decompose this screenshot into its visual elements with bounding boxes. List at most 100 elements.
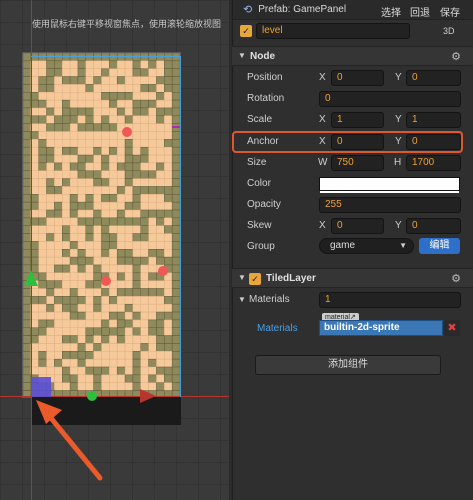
maze-floor-tile (116, 264, 126, 274)
maze-wall-tile (116, 327, 126, 336)
edit-group-button[interactable]: 编辑 (419, 238, 460, 254)
handle-dot[interactable] (122, 127, 132, 137)
maze-floor-tile (116, 154, 126, 164)
maze-floor-tile (69, 154, 79, 164)
maze-wall-tile (101, 249, 110, 258)
transform-gizmo-center[interactable] (31, 377, 51, 397)
maze-wall-tile (69, 303, 79, 313)
maze-wall-tile (116, 335, 126, 344)
maze-wall-tile (85, 194, 94, 203)
save-button[interactable]: 保存 (440, 4, 460, 19)
maze-floor-tile (164, 382, 173, 391)
maze-wall-tile (23, 358, 32, 368)
size-h-input[interactable]: 1700 (406, 155, 461, 171)
maze-floor-tile (54, 288, 63, 297)
material-asset-field[interactable]: builtin-2d-sprite (319, 320, 443, 336)
color-picker[interactable] (319, 177, 460, 193)
opacity-input[interactable]: 255 (319, 197, 461, 213)
maze-floor-tile (85, 146, 94, 156)
select-button[interactable]: 选择 (381, 4, 401, 19)
handle-dot[interactable] (158, 266, 168, 276)
maze-wall-tile (164, 296, 173, 305)
maze-wall-tile (116, 249, 126, 258)
maze-wall-tile (62, 296, 71, 305)
gizmo-y-arrow-icon[interactable] (24, 270, 38, 286)
maze-wall-tile (132, 194, 142, 203)
maze-wall-tile (109, 217, 118, 226)
maze-floor-tile (124, 68, 134, 77)
scale-x-input[interactable]: 1 (331, 112, 384, 128)
skew-y-input[interactable]: 0 (406, 218, 461, 234)
maze-floor-tile (93, 99, 102, 109)
maze-floor-tile (101, 209, 110, 219)
node-section-title: Node (250, 51, 275, 62)
maze-wall-tile (171, 382, 180, 391)
collapse-icon[interactable]: ▼ (238, 295, 246, 304)
maze-wall-tile (38, 139, 47, 148)
position-y-input[interactable]: 0 (406, 70, 461, 86)
node-section-header[interactable]: ▼ Node ⚙ (232, 46, 473, 66)
maze-floor-tile (124, 280, 134, 289)
maze-floor-tile (69, 186, 79, 195)
maze-floor-tile (46, 92, 55, 101)
maze-wall-tile (156, 76, 165, 85)
maze-wall-tile (132, 60, 142, 69)
maze-wall-tile (164, 225, 173, 234)
maze-wall-tile (23, 60, 32, 69)
maze-wall-tile (101, 366, 110, 376)
node-active-checkbox[interactable]: ✓ (240, 25, 252, 37)
maze-wall-tile (148, 60, 157, 69)
gear-icon[interactable]: ⚙ (451, 50, 461, 63)
maze-floor-tile (93, 358, 102, 368)
maze-floor-tile (30, 186, 39, 195)
maze-floor-tile (46, 327, 55, 336)
materials-count-input[interactable]: 1 (319, 292, 461, 308)
rotation-input[interactable]: 0 (319, 91, 461, 107)
collapse-icon[interactable]: ▼ (238, 51, 246, 60)
position-x-input[interactable]: 0 (331, 70, 384, 86)
maze-floor-tile (30, 76, 39, 85)
maze-floor-tile (101, 107, 110, 117)
gizmo-x-arrow-icon[interactable] (140, 389, 156, 403)
size-w-input[interactable]: 750 (331, 155, 384, 171)
tiledlayer-section-header[interactable]: ▼ ✓ TiledLayer ⚙ (232, 268, 473, 288)
3d-toggle[interactable]: 3D (443, 26, 455, 36)
node-name-input[interactable]: level (256, 23, 410, 39)
collapse-icon[interactable]: ▼ (238, 273, 246, 282)
maze-wall-tile (77, 68, 87, 77)
gear-icon[interactable]: ⚙ (451, 272, 461, 285)
maze-floor-tile (140, 201, 149, 211)
maze-floor-tile (124, 311, 134, 321)
add-component-button[interactable]: 添加组件 (255, 355, 441, 375)
scale-y-input[interactable]: 1 (406, 112, 461, 128)
maze-wall-tile (124, 303, 134, 313)
maze-wall-tile (132, 272, 142, 281)
maze-floor-tile (93, 351, 102, 360)
maze-wall-tile (85, 225, 94, 234)
maze-floor-tile (148, 76, 157, 85)
maze-wall-tile (54, 280, 63, 289)
maze-wall-tile (46, 84, 55, 93)
revert-button[interactable]: 回退 (410, 4, 430, 19)
group-select[interactable]: game ▼ (319, 238, 414, 254)
maze-floor-tile (77, 327, 87, 336)
skew-x-input[interactable]: 0 (331, 218, 384, 234)
tiled-map[interactable] (22, 52, 181, 398)
maze-wall-tile (171, 131, 180, 140)
maze-floor-tile (140, 366, 149, 376)
maze-wall-tile (132, 233, 142, 242)
maze-floor-tile (85, 343, 94, 352)
maze-floor-tile (54, 303, 63, 313)
materials-row: ▼ Materials 1 (232, 290, 473, 312)
maze-wall-tile (77, 76, 87, 85)
scene-view[interactable]: 使用鼠标右键平移视窗焦点，使用滚轮缩放视图 (0, 0, 229, 500)
maze-floor-tile (77, 233, 87, 242)
maze-wall-tile (148, 84, 157, 93)
component-enabled-checkbox[interactable]: ✓ (249, 273, 261, 285)
maze-floor-tile (132, 249, 142, 258)
anchor-point[interactable] (87, 391, 97, 401)
remove-material-icon[interactable]: ✖ (444, 320, 460, 336)
maze-wall-tile (38, 327, 47, 336)
handle-dot[interactable] (101, 276, 111, 286)
maze-wall-tile (23, 335, 32, 344)
